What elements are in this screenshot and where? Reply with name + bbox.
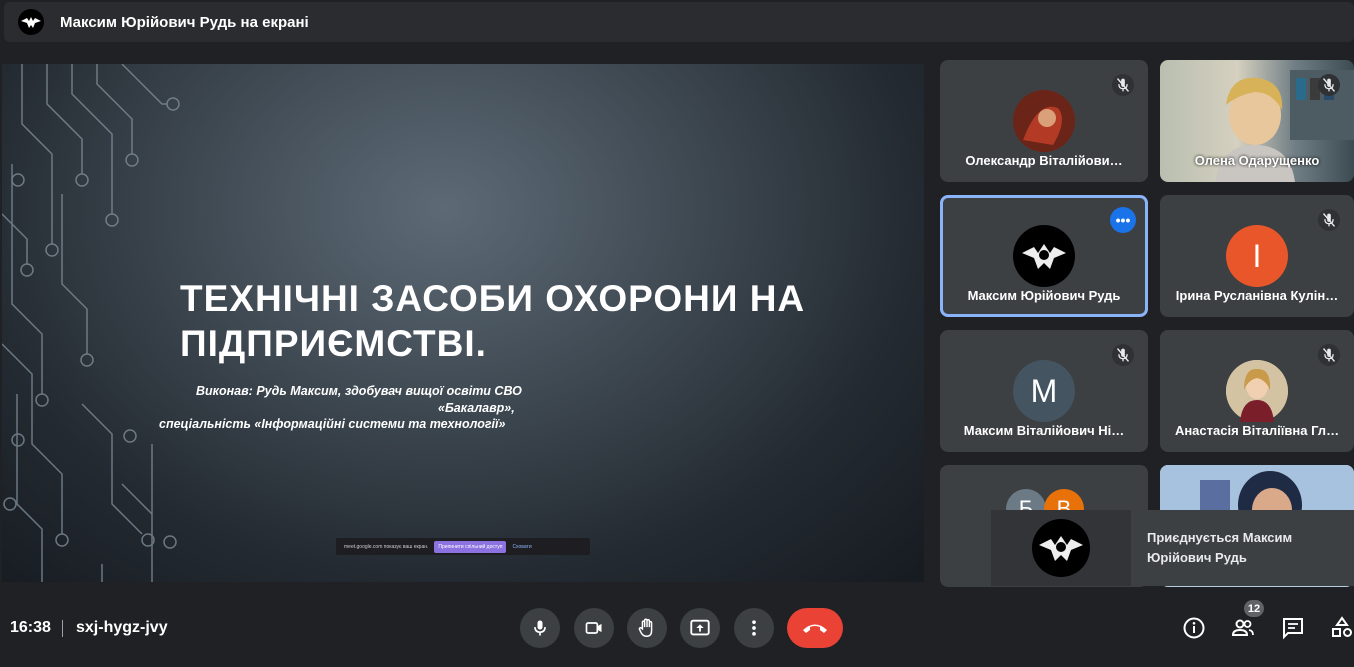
join-notification-text: Приєднується Максим Юрійович Рудь <box>1147 530 1293 565</box>
participant-avatar <box>1013 90 1075 152</box>
hide-button[interactable]: Сховати <box>512 544 531 550</box>
presenter-avatar <box>18 9 44 35</box>
screen-share-notice: meet.google.com показує ваш екран. Припи… <box>336 538 590 555</box>
participant-avatar <box>1226 360 1288 422</box>
clock: 16:38 <box>10 619 51 636</box>
participant-tile[interactable]: I Ірина Русланівна Кулін… <box>1160 195 1354 317</box>
participant-initial-avatar: I <box>1226 225 1288 287</box>
stop-sharing-button[interactable]: Припинити спільний доступ <box>434 540 507 553</box>
participant-name: Анастасія Віталіївна Гл… <box>1174 423 1340 438</box>
presenter-title: Максим Юрійович Рудь на екрані <box>60 13 309 31</box>
slide-author-line: Виконав: Рудь Максим, здобувач вищої осв… <box>196 384 522 398</box>
slide-degree-line: «Бакалавр», <box>438 401 515 415</box>
people-icon <box>1231 619 1254 636</box>
mic-off-icon <box>1318 74 1340 96</box>
end-call-icon <box>803 624 827 633</box>
participant-name: Максим Віталійович Ні… <box>963 423 1125 438</box>
participant-name: Ірина Русланівна Кулін… <box>1175 288 1339 303</box>
camera-icon <box>585 622 602 634</box>
more-options-button[interactable]: ••• <box>1110 207 1136 233</box>
participant-tile[interactable]: M Максим Віталійович Ні… <box>940 330 1148 452</box>
mic-off-icon <box>1112 344 1134 366</box>
slide-specialty-line: спеціальність «Інформаційні системи та т… <box>159 417 506 431</box>
more-vert-icon <box>752 620 756 636</box>
more-options-button[interactable] <box>734 608 774 648</box>
present-screen-icon <box>690 619 710 636</box>
mic-icon <box>534 620 546 636</box>
participant-name: Максим Юрійович Рудь <box>967 288 1121 303</box>
mic-off-icon <box>1318 344 1340 366</box>
participant-initial-avatar: M <box>1013 360 1075 422</box>
people-count-badge: 12 <box>1244 600 1264 617</box>
slide-title: ТЕХНІЧНІ ЗАСОБИ ОХОРОНИ НА ПІДПРИЄМСТВІ. <box>180 278 806 364</box>
shared-screen: ТЕХНІЧНІ ЗАСОБИ ОХОРОНИ НА ПІДПРИЄМСТВІ.… <box>2 64 924 582</box>
meeting-details-button[interactable] <box>1182 616 1206 640</box>
leave-call-button[interactable] <box>787 608 843 648</box>
raise-hand-button[interactable] <box>627 608 667 648</box>
camera-button[interactable] <box>574 608 614 648</box>
circuit-decoration <box>2 64 180 582</box>
chat-icon <box>1283 618 1303 640</box>
divider <box>62 620 63 637</box>
participant-name: Олена Одарущенко <box>1194 153 1320 168</box>
presenter-bar: Максим Юрійович Рудь на екрані <box>4 2 1354 42</box>
joining-avatar <box>1032 519 1090 577</box>
activities-button[interactable] <box>1330 616 1354 640</box>
participant-avatar <box>1013 225 1075 287</box>
microphone-button[interactable] <box>520 608 560 648</box>
people-button[interactable] <box>1231 616 1255 640</box>
hand-icon <box>638 618 653 637</box>
meeting-code: sxj-hygz-jvy <box>76 619 168 636</box>
participant-name: Олександр Віталійови… <box>965 153 1123 168</box>
participant-tile-active[interactable]: ••• Максим Юрійович Рудь <box>940 195 1148 317</box>
present-button[interactable] <box>680 608 720 648</box>
participant-tile[interactable]: Анастасія Віталіївна Гл… <box>1160 330 1354 452</box>
join-notification: Приєднується Максим Юрійович Рудь <box>991 510 1354 586</box>
participant-tile[interactable]: Олена Одарущенко <box>1160 60 1354 182</box>
mic-off-icon <box>1112 74 1134 96</box>
participant-tile[interactable]: Олександр Віталійови… <box>940 60 1148 182</box>
chat-button[interactable] <box>1281 616 1305 640</box>
control-bar: 16:38 sxj-hygz-jvy 12 <box>0 590 1354 667</box>
mic-off-icon <box>1318 209 1340 231</box>
info-icon <box>1183 617 1205 639</box>
activities-icon <box>1332 616 1352 637</box>
share-notice-text: meet.google.com показує ваш екран. <box>344 543 429 550</box>
